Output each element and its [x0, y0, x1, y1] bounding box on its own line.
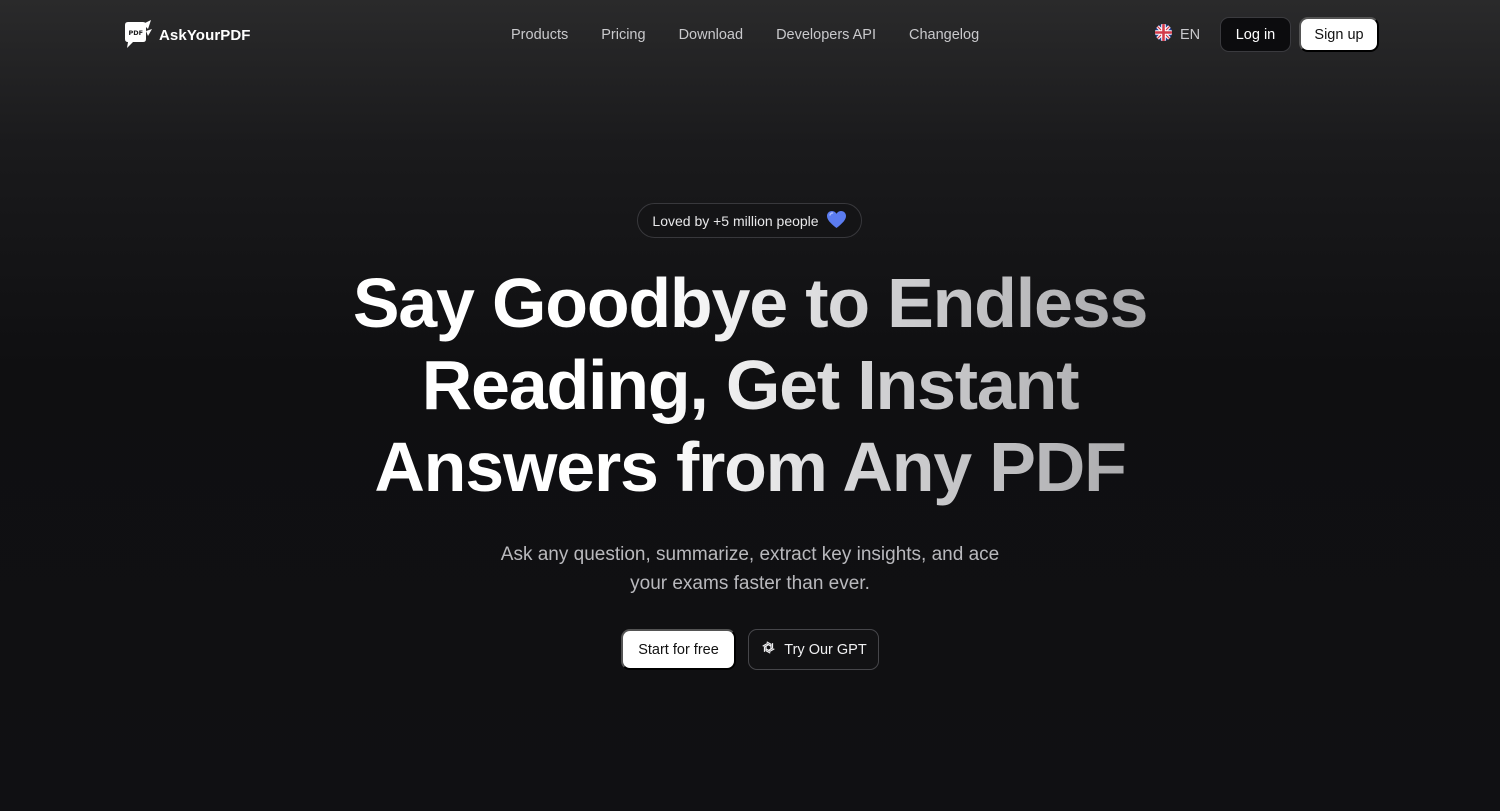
badge-text: Loved by +5 million people [652, 212, 819, 229]
nav-link-pricing[interactable]: Pricing [601, 27, 645, 43]
headline-line-3: Answers from Any PDF [374, 428, 1126, 506]
openai-logo-icon [760, 639, 777, 660]
start-for-free-button[interactable]: Start for free [621, 629, 736, 670]
subtitle-line-1: Ask any question, summarize, extract key… [500, 544, 1000, 565]
hero-subtitle: Ask any question, summarize, extract key… [450, 540, 1050, 598]
headline-line-2: Reading, Get Instant [421, 346, 1079, 424]
nav-link-products[interactable]: Products [511, 27, 568, 43]
language-code: EN [1180, 27, 1201, 43]
headline-line-1: Say Goodbye to Endless [352, 264, 1148, 342]
brand-name: AskYourPDF [159, 26, 251, 44]
subtitle-line-2: your exams faster than ever. [630, 573, 870, 594]
pdf-speech-bubble-icon: PDF [121, 19, 153, 51]
signup-button[interactable]: Sign up [1299, 17, 1379, 52]
nav-link-developers-api[interactable]: Developers API [776, 27, 876, 43]
main-nav-links: Products Pricing Download Developers API… [511, 24, 979, 46]
uk-flag-icon [1155, 24, 1172, 46]
blue-heart-icon [826, 210, 847, 232]
try-our-gpt-button[interactable]: Try Our GPT [748, 629, 879, 670]
brand-logo[interactable]: PDF AskYourPDF [121, 18, 251, 52]
top-navigation: PDF AskYourPDF Products Pricing Download… [0, 0, 1500, 70]
social-proof-badge: Loved by +5 million people [637, 203, 862, 238]
nav-link-changelog[interactable]: Changelog [909, 27, 979, 43]
hero-headline: Say Goodbye to Endless Reading, Get Inst… [250, 262, 1250, 508]
try-our-gpt-label: Try Our GPT [784, 641, 867, 658]
nav-link-download[interactable]: Download [679, 27, 744, 43]
login-button[interactable]: Log in [1220, 17, 1291, 52]
svg-text:PDF: PDF [129, 29, 144, 37]
language-selector[interactable]: EN [1155, 24, 1200, 46]
